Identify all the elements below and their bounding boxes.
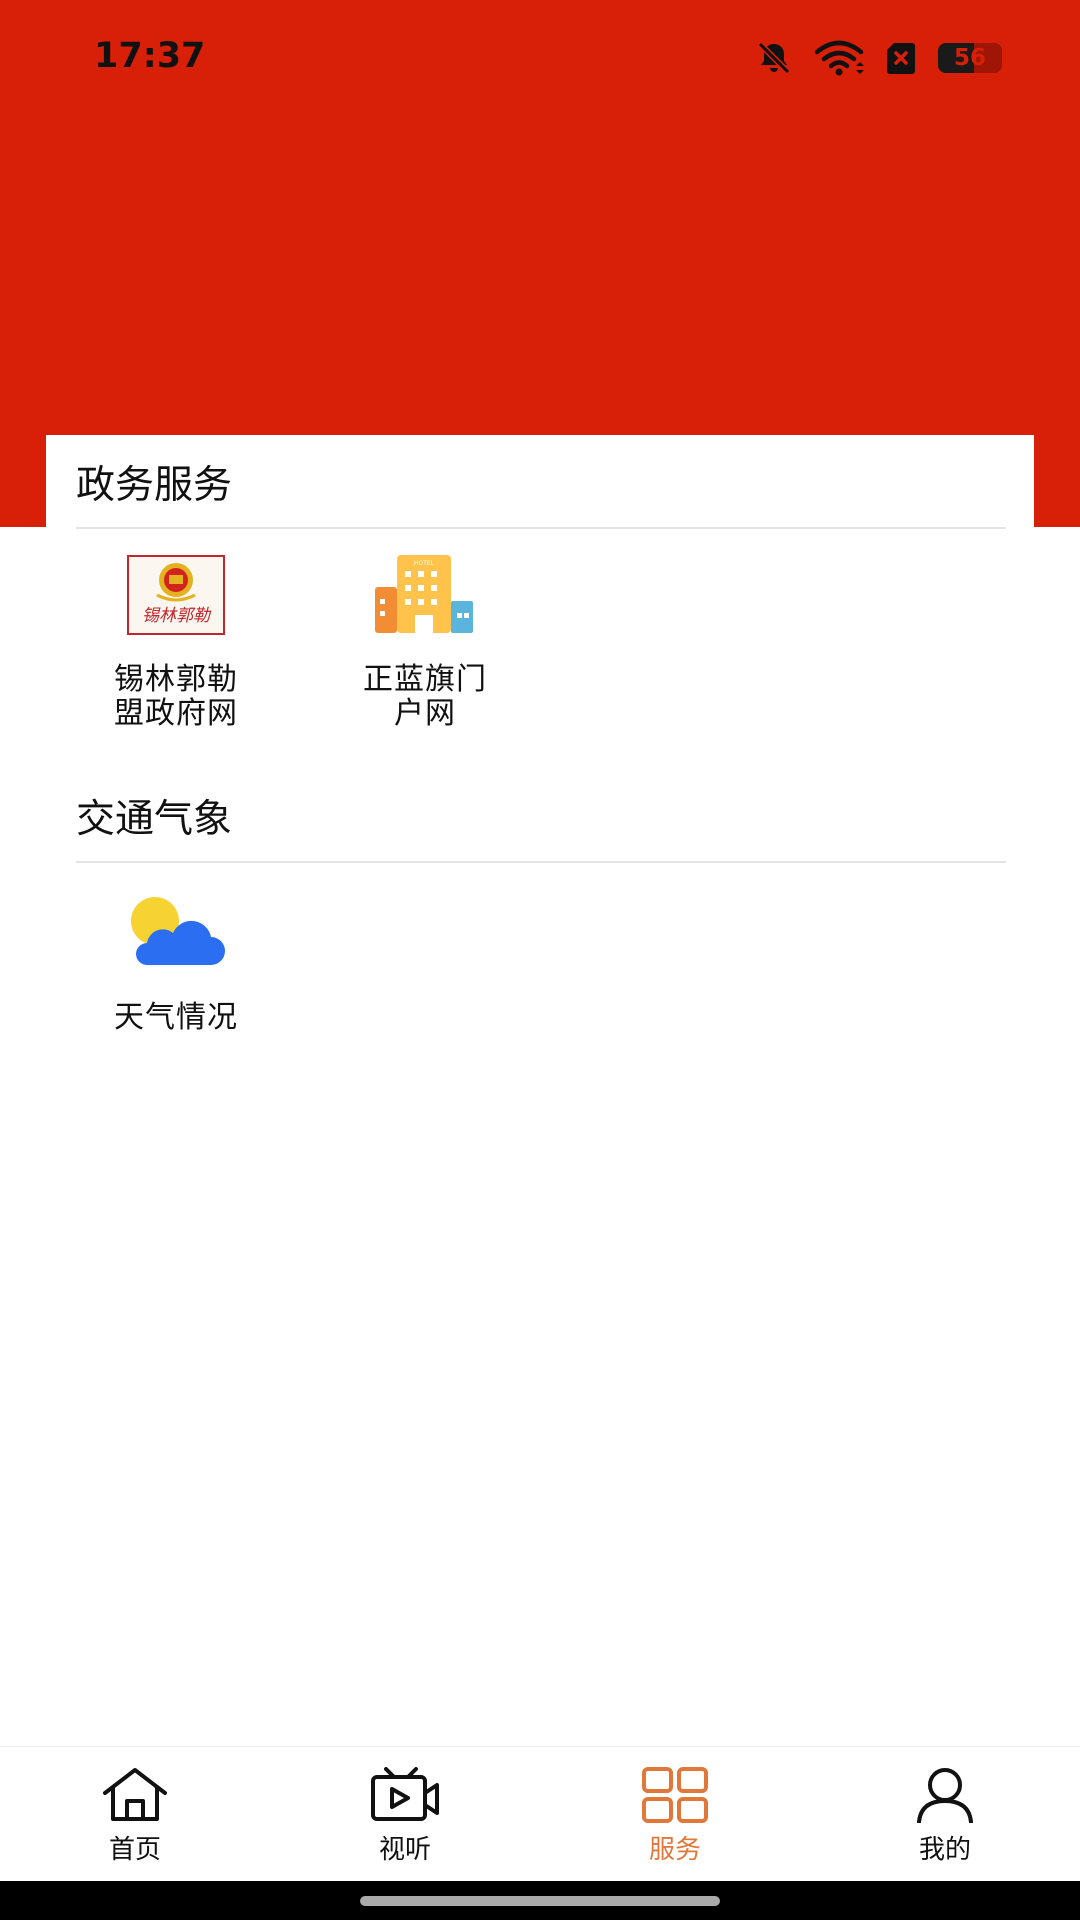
nav-label: 首页 (108, 1835, 161, 1865)
section-title: 交通气象 (76, 797, 233, 842)
status-icons: 56 (756, 40, 1002, 76)
bottom-navigation: 首页 视听 服务 我的 (0, 1746, 1080, 1881)
nav-item-services[interactable]: 服务 (540, 1747, 810, 1881)
gesture-bar (0, 1881, 1080, 1920)
section-government-services: 政务服务 锡林郭勒 锡林郭勒 盟政府网 HOTEL 正蓝旗门 户网 (76, 445, 1006, 789)
service-item-label: 正蓝旗门 户网 (363, 662, 487, 731)
service-item-label: 锡林郭勒 盟政府网 (114, 662, 238, 731)
hotel-building-icon: HOTEL (375, 553, 475, 637)
gov-logo-text: 锡林郭勒 (142, 606, 212, 626)
nav-item-profile[interactable]: 我的 (810, 1747, 1080, 1881)
nav-label: 视听 (378, 1835, 431, 1865)
nav-item-home[interactable]: 首页 (0, 1747, 270, 1881)
xilingol-gov-icon: 锡林郭勒 (126, 553, 226, 637)
home-icon (101, 1767, 169, 1823)
service-item-label: 天气情况 (114, 1000, 238, 1035)
service-item-xilingol-gov[interactable]: 锡林郭勒 锡林郭勒 盟政府网 (76, 553, 276, 731)
service-item-zhenglan-portal[interactable]: HOTEL 正蓝旗门 户网 (325, 553, 525, 731)
service-item-weather[interactable]: 天气情况 (76, 891, 276, 1035)
status-time: 17:37 (94, 36, 206, 76)
section-items: 锡林郭勒 锡林郭勒 盟政府网 HOTEL 正蓝旗门 户网 (76, 529, 1006, 789)
battery-icon: 56 (938, 43, 1002, 73)
nav-label: 我的 (918, 1835, 971, 1865)
sim-x-icon (886, 42, 916, 74)
section-items: 天气情况 (76, 863, 1006, 1123)
section-title: 政务服务 (76, 463, 233, 508)
bell-off-icon (756, 40, 792, 76)
user-icon (915, 1767, 975, 1823)
section-traffic-weather: 交通气象 天气情况 (76, 779, 1006, 1123)
weather-cloud-sun-icon (126, 891, 226, 975)
nav-label: 服务 (648, 1835, 701, 1865)
home-indicator[interactable] (360, 1896, 720, 1906)
tv-play-icon (370, 1767, 440, 1823)
wifi-icon (814, 40, 864, 76)
status-bar: 17:37 56 (0, 0, 1080, 118)
battery-level-text: 56 (953, 45, 986, 71)
hotel-sign-text: HOTEL (414, 560, 435, 567)
nav-item-media[interactable]: 视听 (270, 1747, 540, 1881)
grid-icon (642, 1767, 708, 1823)
